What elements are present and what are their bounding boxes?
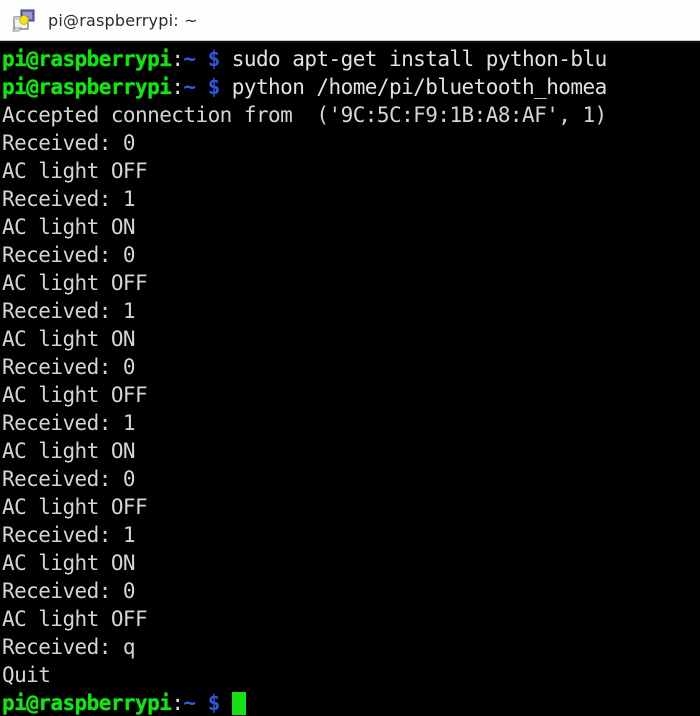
terminal-output-line: AC light OFF [0, 269, 700, 297]
output-text: Received: 0 [2, 243, 136, 267]
prompt-path: ~ [183, 47, 196, 71]
prompt-colon: : [171, 75, 184, 99]
terminal-prompt-line: pi@raspberrypi:~ $ sudo apt-get install … [0, 45, 700, 73]
prompt-dollar: $ [207, 691, 221, 715]
terminal-output-line: AC light OFF [0, 157, 700, 185]
output-text: Received: 1 [2, 411, 136, 435]
output-text: Received: 0 [2, 467, 136, 491]
terminal-output-line: AC light OFF [0, 381, 700, 409]
terminal-output-line: Received: 0 [0, 129, 700, 157]
terminal-icon [12, 9, 38, 33]
output-text: Quit [2, 663, 51, 687]
output-text: Received: 1 [2, 523, 136, 547]
terminal-prompt-line: pi@raspberrypi:~ $ python /home/pi/bluet… [0, 73, 700, 101]
prompt-path: ~ [183, 691, 196, 715]
terminal-output-line: AC light OFF [0, 493, 700, 521]
output-text: Received: 1 [2, 299, 136, 323]
output-text: Received: 1 [2, 187, 136, 211]
terminal-output-line: Received: 1 [0, 521, 700, 549]
title-bar: pi@raspberrypi: ~ [0, 0, 700, 43]
terminal-output-line: Received: 0 [0, 241, 700, 269]
output-text: Received: 0 [2, 355, 136, 379]
prompt-dollar: $ [207, 75, 221, 99]
output-text: AC light OFF [2, 383, 148, 407]
terminal-output-line: Received: 1 [0, 185, 700, 213]
terminal-window: pi@raspberrypi: ~ pi@raspberrypi:~ $ sud… [0, 0, 700, 716]
terminal-output-line: AC light ON [0, 549, 700, 577]
prompt-user-host: pi@raspberrypi [2, 75, 172, 99]
terminal-output-line: Received: 1 [0, 409, 700, 437]
prompt-user-host: pi@raspberrypi [2, 47, 172, 71]
output-text: AC light OFF [2, 495, 148, 519]
prompt-dollar: $ [207, 47, 221, 71]
output-text: AC light OFF [2, 607, 148, 631]
prompt-path: ~ [183, 75, 196, 99]
output-text: Received: 0 [2, 131, 136, 155]
terminal-output-line: Received: 1 [0, 297, 700, 325]
terminal-output-line: Received: q [0, 633, 700, 661]
output-text: Accepted connection from ('9C:5C:F9:1B:A… [2, 103, 607, 127]
terminal-command: python /home/pi/bluetooth_homea [219, 75, 607, 99]
output-text: AC light OFF [2, 271, 148, 295]
output-text: AC light ON [2, 551, 136, 575]
prompt-colon: : [171, 691, 184, 715]
terminal-output-line: AC light ON [0, 213, 700, 241]
terminal-screen[interactable]: pi@raspberrypi:~ $ sudo apt-get install … [0, 45, 700, 716]
terminal-output-line: Accepted connection from ('9C:5C:F9:1B:A… [0, 101, 700, 129]
output-text: AC light OFF [2, 159, 148, 183]
terminal-output-line: AC light ON [0, 437, 700, 465]
output-text: Received: q [2, 635, 136, 659]
text-cursor [231, 692, 246, 715]
terminal-output-line: AC light OFF [0, 605, 700, 633]
window-title: pi@raspberrypi: ~ [48, 11, 198, 30]
terminal-output-line: Quit [0, 661, 700, 689]
terminal-prompt-line: pi@raspberrypi:~ $ [0, 689, 700, 716]
terminal-command [220, 691, 232, 715]
prompt-colon: : [171, 47, 184, 71]
terminal-output-line: AC light ON [0, 325, 700, 353]
output-text: AC light ON [2, 439, 136, 463]
output-text: Received: 0 [2, 579, 136, 603]
output-text: AC light ON [2, 215, 136, 239]
terminal-output-line: Received: 0 [0, 353, 700, 381]
output-text: AC light ON [2, 327, 136, 351]
terminal-output-line: Received: 0 [0, 577, 700, 605]
terminal-output-line: Received: 0 [0, 465, 700, 493]
terminal-command: sudo apt-get install python-blu [219, 47, 607, 71]
prompt-user-host: pi@raspberrypi [2, 691, 172, 715]
